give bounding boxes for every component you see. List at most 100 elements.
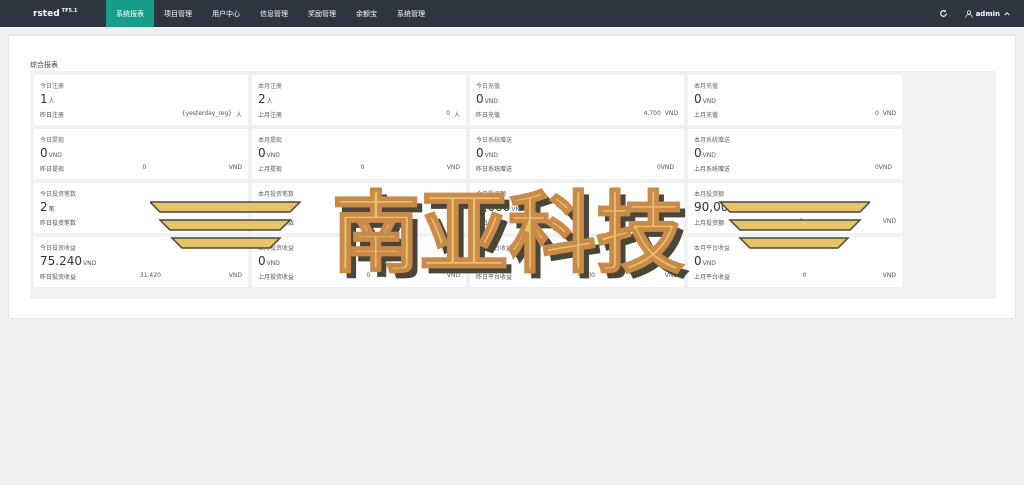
stat-footer-label: 昨日投资额 — [476, 220, 507, 227]
stat-number: 1 — [40, 92, 48, 106]
stat-footer: 昨日提现 0 VND — [40, 164, 242, 173]
stat-number: 6,000 — [476, 200, 511, 214]
stat-footer-label: 昨日充值 — [476, 112, 501, 119]
stat-card: 今日投资收益 75.240VND 昨日投资收益 31.420 VND — [34, 237, 248, 287]
stat-footer: 上月投资额 0 VND — [694, 218, 896, 227]
panel-title: 综合报表 — [30, 61, 58, 69]
stat-card: 本月提现 0VND 上月提现 0 VND — [252, 129, 466, 179]
stat-footer: 昨日投资收益 31.420 VND — [40, 272, 242, 281]
stat-value: 1人 — [40, 93, 242, 108]
stat-footer-label: 上月投资额 — [694, 220, 725, 227]
stat-number: 90,000 — [694, 200, 736, 214]
stat-footer-value: 31.420 — [139, 272, 161, 279]
stat-value: 0VND — [258, 147, 460, 162]
stat-value: 0VND — [694, 147, 896, 162]
stat-number: 0 — [258, 254, 266, 268]
stat-footer-value — [294, 218, 456, 227]
stat-card: 本月投资收益 0VND 上月投资收益 0 VND — [252, 237, 466, 287]
chevron-up-icon — [1004, 11, 1010, 16]
stat-unit: VND — [702, 98, 716, 105]
stat-footer-label: 昨日系统赠送 — [476, 166, 513, 173]
brand-logo[interactable]: rsted TF5.1 — [0, 0, 106, 27]
stat-unit: VND — [702, 152, 716, 159]
stat-card: 本月投资额 90,000VND 上月投资额 0 VND — [688, 183, 902, 233]
stat-label: 本月投资笔数 — [258, 191, 295, 198]
stat-number: 0 — [694, 146, 702, 160]
stat-label: 今日平台收益 — [476, 245, 513, 252]
stat-footer-unit: VND — [446, 272, 460, 279]
stat-number: 2 — [258, 92, 266, 106]
stat-unit: VND — [48, 152, 62, 159]
top-navbar: rsted TF5.1 系统报表 项目管理 用户中心 信息管理 奖励管理 余额宝 系统管理 a… — [0, 0, 1024, 27]
stat-footer-label: 上月投资笔数 — [258, 220, 295, 227]
stat-unit: 笔 — [48, 206, 55, 213]
user-icon — [964, 9, 973, 18]
stat-footer-unit: VND — [664, 272, 678, 279]
stat-unit: 人 — [266, 98, 273, 105]
stat-card: 今日投资笔数 2笔 昨日投资笔数 — [34, 183, 248, 233]
header-actions: admin — [935, 0, 1024, 27]
stat-number: 0 — [40, 146, 48, 160]
stat-footer: 上月平台收益 0 VND — [694, 272, 896, 281]
user-menu[interactable]: admin — [964, 9, 1024, 18]
stat-label: 本月投资收益 — [258, 245, 295, 252]
stat-label: 今日充值 — [476, 83, 501, 90]
stat-value: 10 — [258, 201, 460, 216]
stat-footer: 昨日投资笔数 — [40, 218, 242, 227]
brand-name: rsted — [33, 8, 60, 19]
stat-value: 6,000VND — [476, 201, 678, 216]
stat-footer: 上月系统赠送 0VND — [694, 164, 896, 173]
stats-grid: 今日注册 1人 昨日注册 {yesterday_reg} 人本月注册 2人 上月注册 0 人今日… — [34, 75, 992, 287]
nav-item-3[interactable]: 信息管理 — [250, 0, 298, 27]
stat-card: 今日充值 0VND 昨日充值 4,700 VND — [470, 75, 684, 125]
stat-card: 本月注册 2人 上月注册 0 人 — [252, 75, 466, 125]
stat-number: 75.240 — [40, 254, 82, 268]
stat-footer: 上月投资收益 0 VND — [258, 272, 460, 281]
stat-card: 本月平台收益 0VND 上月平台收益 0 VND — [688, 237, 902, 287]
stat-value: 75.240VND — [40, 255, 242, 270]
stat-footer-value: 0 — [799, 218, 804, 225]
stat-unit: VND — [702, 260, 716, 267]
stat-number: 0 — [476, 92, 484, 106]
stat-footer-value — [76, 218, 238, 227]
stats-container: 今日注册 1人 昨日注册 {yesterday_reg} 人本月注册 2人 上月注册 0 人今日… — [30, 71, 996, 299]
stat-footer-value — [506, 218, 674, 227]
stat-value: 0VND — [476, 147, 678, 162]
nav-item-6[interactable]: 系统管理 — [387, 0, 435, 27]
stat-card: 本月投资笔数 10 上月投资笔数 — [252, 183, 466, 233]
stat-footer-value: 0 — [874, 110, 879, 117]
stat-footer-unit: 人 — [235, 112, 242, 119]
nav-item-1[interactable]: 项目管理 — [154, 0, 202, 27]
stat-label: 本月提现 — [258, 137, 283, 144]
stat-unit: VND — [266, 260, 280, 267]
stat-label: 本月投资额 — [694, 191, 725, 198]
nav-item-0[interactable]: 系统报表 — [106, 0, 154, 27]
stat-footer-label: 昨日投资收益 — [40, 274, 77, 281]
stat-label: 今日注册 — [40, 83, 65, 90]
stat-number: 10 — [258, 200, 274, 214]
stat-card: 今日投资额 6,000VND 昨日投资额 — [470, 183, 684, 233]
refresh-icon[interactable] — [935, 0, 953, 27]
stat-footer-label: 上月提现 — [258, 166, 283, 173]
nav-item-5[interactable]: 余额宝 — [346, 0, 387, 27]
stat-footer-label: 上月平台收益 — [694, 274, 731, 281]
stat-value: 0VND — [476, 255, 678, 270]
user-name: admin — [975, 9, 1000, 18]
stat-footer-label: 上月充值 — [694, 112, 719, 119]
stat-footer-unit: 人 — [453, 112, 460, 119]
nav-item-4[interactable]: 奖励管理 — [298, 0, 346, 27]
main-nav: 系统报表 项目管理 用户中心 信息管理 奖励管理 余额宝 系统管理 — [106, 0, 435, 27]
stat-footer-unit: VND — [228, 272, 242, 279]
nav-item-2[interactable]: 用户中心 — [202, 0, 250, 27]
stat-footer-unit: VND — [882, 272, 896, 279]
stat-number: 0 — [694, 254, 702, 268]
stat-footer: 昨日系统赠送 0VND — [476, 164, 678, 173]
stat-label: 今日提现 — [40, 137, 65, 144]
stat-footer-value: 4,700 — [577, 272, 595, 279]
stat-footer-label: 昨日注册 — [40, 112, 65, 119]
stat-card: 本月充值 0VND 上月充值 0 VND — [688, 75, 902, 125]
stat-number: 2 — [40, 200, 48, 214]
stat-value: 2笔 — [40, 201, 242, 216]
stat-value: 90,000VND — [694, 201, 896, 216]
stat-footer: 昨日平台收益 4,700 VND — [476, 272, 678, 281]
